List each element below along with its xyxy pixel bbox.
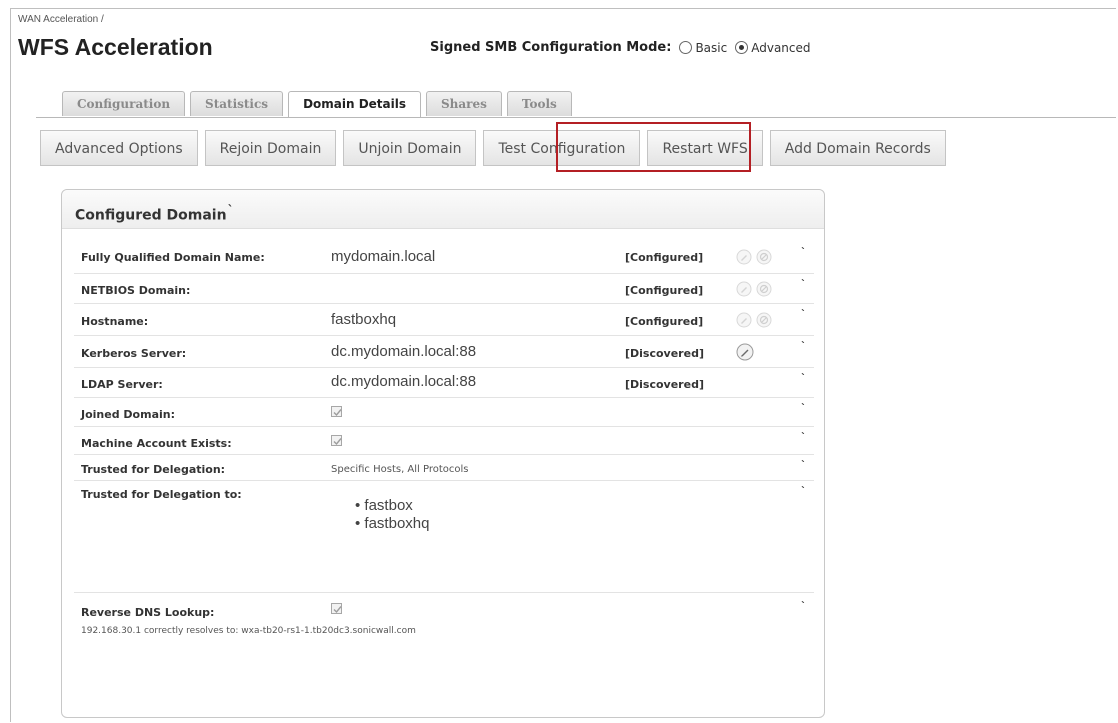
tab-statistics[interactable]: Statistics [190, 91, 284, 116]
row-value: dc.mydomain.local:88 [331, 373, 477, 390]
table-row: Trusted for Delegation: Specific Hosts, … [74, 455, 814, 481]
unjoin-domain-button[interactable]: Unjoin Domain [343, 130, 477, 166]
row-value: fastboxhq [331, 311, 397, 328]
list-item: fastboxhq [355, 515, 429, 533]
row-tick: ` [801, 403, 806, 414]
row-tick: ` [801, 601, 806, 612]
row-label: Reverse DNS Lookup: [81, 606, 215, 619]
machine-account-checkbox[interactable] [331, 435, 342, 446]
list-item: fastbox [355, 497, 429, 515]
reverse-dns-checkbox[interactable] [331, 603, 342, 614]
clear-icon[interactable] [756, 281, 772, 297]
row-tick: ` [801, 432, 806, 443]
smb-mode-selector: Signed SMB Configuration Mode: Basic Adv… [430, 40, 817, 55]
radio-advanced-label[interactable]: Advanced [751, 41, 810, 55]
joined-domain-checkbox[interactable] [331, 406, 342, 417]
table-row: Reverse DNS Lookup: 192.168.30.1 correct… [74, 593, 814, 647]
radio-basic-label[interactable]: Basic [695, 41, 727, 55]
table-row: Fully Qualified Domain Name: mydomain.lo… [74, 240, 814, 274]
row-tick: ` [801, 373, 806, 384]
row-tick: ` [801, 309, 806, 320]
row-label: Trusted for Delegation to: [81, 488, 242, 501]
edit-icon[interactable] [736, 281, 752, 297]
row-label: Trusted for Delegation: [81, 463, 226, 476]
row-tick: ` [801, 279, 806, 290]
tab-bar: Configuration Statistics Domain Details … [62, 91, 572, 118]
page-title: WFS Acceleration [18, 34, 213, 60]
row-status: [Discovered] [625, 347, 704, 360]
row-label: Joined Domain: [81, 408, 175, 421]
tab-configuration[interactable]: Configuration [62, 91, 186, 116]
table-row: Kerberos Server: dc.mydomain.local:88 [D… [74, 336, 814, 368]
table-row: NETBIOS Domain: [Configured] ` [74, 274, 814, 304]
row-label: NETBIOS Domain: [81, 284, 191, 297]
row-label: Hostname: [81, 315, 149, 328]
table-row: LDAP Server: dc.mydomain.local:88 [Disco… [74, 368, 814, 398]
row-tick: ` [801, 486, 806, 497]
highlight-box [556, 122, 751, 172]
add-domain-records-button[interactable]: Add Domain Records [769, 130, 946, 166]
tab-divider [36, 117, 1116, 118]
row-tick: ` [801, 341, 806, 352]
clear-icon[interactable] [756, 249, 772, 265]
table-row: Hostname: fastboxhq [Configured] ` [74, 304, 814, 336]
row-status: [Discovered] [625, 378, 704, 391]
table-row: Trusted for Delegation to: fastbox fastb… [74, 481, 814, 593]
radio-basic[interactable] [679, 41, 693, 54]
domain-details-table: Fully Qualified Domain Name: mydomain.lo… [74, 240, 814, 647]
row-status: [Configured] [625, 251, 704, 264]
panel-title-mark: ` [227, 203, 234, 217]
rejoin-domain-button[interactable]: Rejoin Domain [204, 130, 337, 166]
advanced-options-button[interactable]: Advanced Options [40, 130, 198, 166]
delegation-host-list: fastbox fastboxhq [355, 497, 429, 533]
reverse-dns-note: 192.168.30.1 correctly resolves to: wxa-… [81, 626, 416, 636]
row-label: Fully Qualified Domain Name: [81, 251, 265, 264]
row-status: [Configured] [625, 315, 704, 328]
clear-icon[interactable] [756, 312, 772, 328]
smb-mode-label: Signed SMB Configuration Mode: [430, 40, 672, 55]
tab-domain-details[interactable]: Domain Details [288, 91, 422, 118]
edit-icon[interactable] [736, 249, 752, 265]
row-label: Kerberos Server: [81, 347, 187, 360]
edit-icon[interactable] [736, 343, 754, 361]
table-row: Joined Domain: ` [74, 398, 814, 427]
breadcrumb[interactable]: WAN Acceleration / [18, 14, 104, 25]
row-value: dc.mydomain.local:88 [331, 343, 477, 360]
panel-header: Configured Domain` [62, 190, 824, 229]
row-value: Specific Hosts, All Protocols [331, 464, 469, 475]
row-tick: ` [801, 247, 806, 258]
row-tick: ` [801, 460, 806, 471]
tab-shares[interactable]: Shares [426, 91, 502, 116]
row-status: [Configured] [625, 284, 704, 297]
action-toolbar: Advanced Options Rejoin Domain Unjoin Do… [40, 130, 946, 166]
row-value: mydomain.local [331, 248, 436, 265]
configured-domain-panel: Configured Domain` Fully Qualified Domai… [61, 189, 825, 718]
edit-icon[interactable] [736, 312, 752, 328]
panel-title: Configured Domain [75, 207, 227, 224]
table-row: Machine Account Exists: ` [74, 427, 814, 455]
row-label: Machine Account Exists: [81, 437, 232, 450]
tab-tools[interactable]: Tools [506, 91, 572, 116]
row-label: LDAP Server: [81, 378, 163, 391]
radio-advanced[interactable] [735, 41, 749, 54]
